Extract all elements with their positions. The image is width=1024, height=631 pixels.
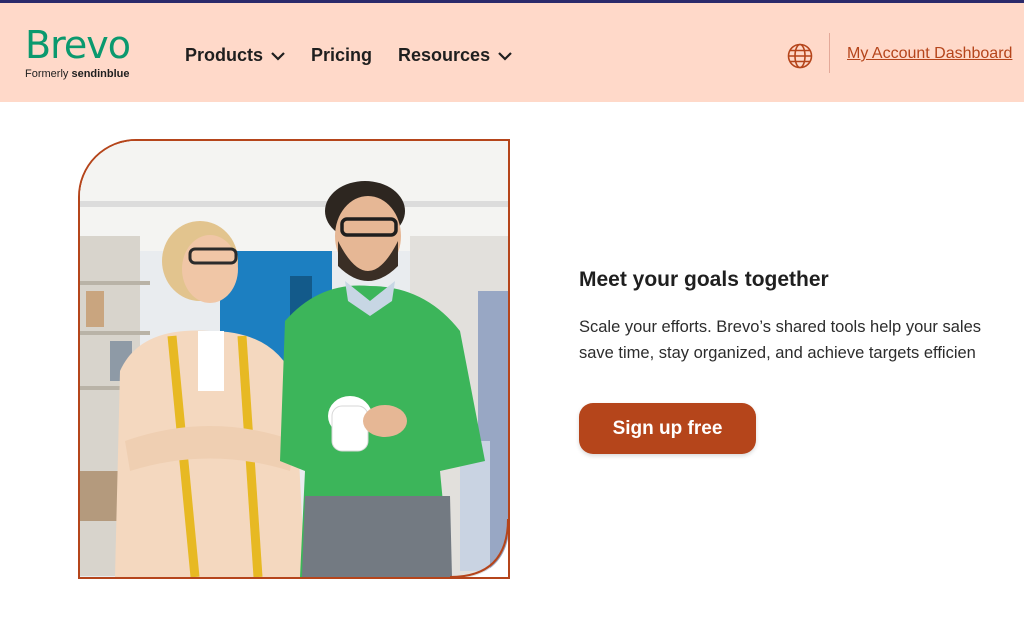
coworkers-illustration <box>80 141 508 577</box>
nav-label: Products <box>185 45 264 65</box>
rounded-corner-mask <box>450 519 508 577</box>
formerly-name: sendinblue <box>71 68 130 80</box>
logo-wordmark: Brevo <box>25 23 131 67</box>
header-divider <box>829 33 830 73</box>
description-line-1: Scale your efforts. Brevo’s shared tools… <box>579 318 982 336</box>
nav-label: Resources <box>398 45 491 65</box>
site-header: Brevo Formerly sendinblue Products Prici… <box>0 3 1024 102</box>
formerly-prefix: Formerly <box>25 68 69 80</box>
globe-icon[interactable] <box>787 43 813 69</box>
chevron-down-icon <box>498 51 512 61</box>
hero-content: Meet your goals together Scale your effo… <box>579 268 1024 366</box>
chevron-down-icon <box>271 51 285 61</box>
logo-formerly: Formerly sendinblue <box>25 68 130 80</box>
brevo-logo[interactable]: Brevo Formerly sendinblue <box>25 25 155 85</box>
hero-description: Scale your efforts. Brevo’s shared tools… <box>579 314 1024 366</box>
hero-heading: Meet your goals together <box>579 268 829 291</box>
main-nav: Products Pricing Resources <box>185 45 512 66</box>
nav-item-resources[interactable]: Resources <box>398 45 512 66</box>
description-line-2: save time, stay organized, and achieve t… <box>579 344 976 362</box>
nav-item-products[interactable]: Products <box>185 45 285 66</box>
sign-up-free-button[interactable]: Sign up free <box>579 403 756 454</box>
nav-item-pricing[interactable]: Pricing <box>311 45 372 66</box>
hero-photo <box>78 139 510 579</box>
my-account-dashboard-link[interactable]: My Account Dashboard <box>847 45 1012 63</box>
nav-label: Pricing <box>311 45 373 65</box>
